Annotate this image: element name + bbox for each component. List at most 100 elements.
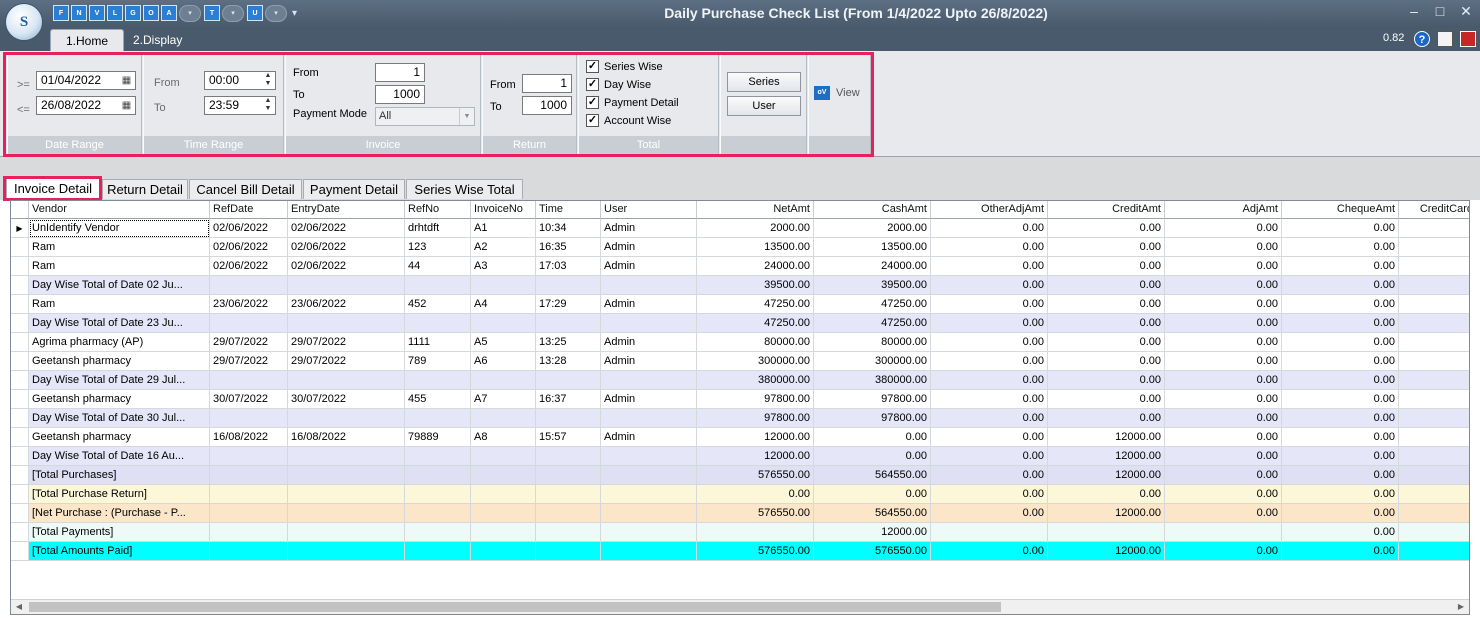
cell-refno[interactable]: drhtdft <box>405 219 471 238</box>
cell-time[interactable] <box>536 485 601 504</box>
row-selector[interactable] <box>11 257 29 276</box>
cell-refno[interactable]: 452 <box>405 295 471 314</box>
cell-refdate[interactable] <box>210 542 288 561</box>
cell-cashamt[interactable]: 97800.00 <box>814 409 931 428</box>
cell-adjamt[interactable]: 0.00 <box>1165 238 1282 257</box>
cell-refno[interactable] <box>405 504 471 523</box>
minimize-icon[interactable]: – <box>1403 3 1425 19</box>
cell-entrydate[interactable]: 29/07/2022 <box>288 333 405 352</box>
column-header-creditamt[interactable]: CreditAmt <box>1048 201 1165 219</box>
cell-entrydate[interactable] <box>288 542 405 561</box>
cell-refno[interactable] <box>405 466 471 485</box>
cell-adjamt[interactable]: 0.00 <box>1165 295 1282 314</box>
cell-chequeamt[interactable]: 0.00 <box>1282 314 1399 333</box>
cell-creditcard[interactable] <box>1399 238 1469 257</box>
cell-chequeamt[interactable]: 0.00 <box>1282 257 1399 276</box>
row-selector[interactable] <box>11 428 29 447</box>
cell-adjamt[interactable]: 0.00 <box>1165 314 1282 333</box>
cell-refdate[interactable] <box>210 276 288 295</box>
cell-creditamt[interactable] <box>1048 523 1165 542</box>
table-row[interactable]: Agrima pharmacy (AP) 29/07/2022 29/07/2022… <box>11 333 1469 352</box>
row-selector[interactable] <box>11 238 29 257</box>
cell-creditcard[interactable] <box>1399 542 1469 561</box>
cell-time[interactable] <box>536 447 601 466</box>
cell-vendor[interactable]: Day Wise Total of Date 23 Ju... <box>29 314 210 333</box>
cell-user[interactable] <box>601 466 697 485</box>
cell-cashamt[interactable]: 47250.00 <box>814 295 931 314</box>
cell-creditamt[interactable]: 0.00 <box>1048 314 1165 333</box>
row-selector[interactable] <box>11 542 29 561</box>
row-selector[interactable] <box>11 466 29 485</box>
cell-user[interactable] <box>601 485 697 504</box>
cell-netamt[interactable]: 12000.00 <box>697 447 814 466</box>
tab-cancel-bill-detail[interactable]: Cancel Bill Detail <box>189 179 302 199</box>
cell-creditcard[interactable] <box>1399 276 1469 295</box>
cell-cashamt[interactable]: 47250.00 <box>814 314 931 333</box>
cell-time[interactable]: 16:35 <box>536 238 601 257</box>
row-selector[interactable] <box>11 523 29 542</box>
cell-netamt[interactable]: 0.00 <box>697 485 814 504</box>
cell-vendor[interactable]: Geetansh pharmacy <box>29 390 210 409</box>
row-selector[interactable] <box>11 447 29 466</box>
cell-invoiceno[interactable] <box>471 504 536 523</box>
cell-vendor[interactable]: [Total Purchases] <box>29 466 210 485</box>
row-selector[interactable] <box>11 485 29 504</box>
cell-time[interactable] <box>536 371 601 390</box>
row-selector[interactable] <box>11 409 29 428</box>
cell-netamt[interactable]: 97800.00 <box>697 409 814 428</box>
cell-netamt[interactable]: 576550.00 <box>697 542 814 561</box>
total-row[interactable]: [Total Purchases] 576550.00 564550.00 0.00 1… <box>11 466 1469 485</box>
exit-icon[interactable] <box>1460 31 1476 47</box>
cell-chequeamt[interactable]: 0.00 <box>1282 238 1399 257</box>
cell-refdate[interactable]: 23/06/2022 <box>210 295 288 314</box>
cell-netamt[interactable]: 80000.00 <box>697 333 814 352</box>
cell-refno[interactable]: 455 <box>405 390 471 409</box>
cell-creditcard[interactable] <box>1399 523 1469 542</box>
cell-vendor[interactable]: Day Wise Total of Date 30 Jul... <box>29 409 210 428</box>
total-row[interactable]: Day Wise Total of Date 23 Ju... 47250.00 4… <box>11 314 1469 333</box>
row-selector[interactable] <box>11 390 29 409</box>
cell-vendor[interactable]: [Total Payments] <box>29 523 210 542</box>
cell-chequeamt[interactable]: 0.00 <box>1282 409 1399 428</box>
cell-vendor[interactable]: Ram <box>29 257 210 276</box>
cell-invoiceno[interactable] <box>471 466 536 485</box>
cell-chequeamt[interactable]: 0.00 <box>1282 523 1399 542</box>
table-row[interactable]: Geetansh pharmacy 16/08/2022 16/08/2022 798… <box>11 428 1469 447</box>
cell-entrydate[interactable] <box>288 409 405 428</box>
total-row[interactable]: Day Wise Total of Date 29 Jul... 380000.0… <box>11 371 1469 390</box>
close-icon[interactable]: ✕ <box>1455 3 1477 20</box>
cell-creditcard[interactable] <box>1399 257 1469 276</box>
cell-entrydate[interactable] <box>288 485 405 504</box>
cell-entrydate[interactable] <box>288 466 405 485</box>
cell-netamt[interactable] <box>697 523 814 542</box>
cell-chequeamt[interactable]: 0.00 <box>1282 276 1399 295</box>
cell-cashamt[interactable]: 564550.00 <box>814 466 931 485</box>
cell-entrydate[interactable]: 16/08/2022 <box>288 428 405 447</box>
cell-refdate[interactable] <box>210 409 288 428</box>
cell-otheradjamt[interactable] <box>931 523 1048 542</box>
cell-refno[interactable]: 1111 <box>405 333 471 352</box>
cell-netamt[interactable]: 12000.00 <box>697 428 814 447</box>
total-row[interactable]: [Total Amounts Paid] 576550.00 576550.00 0.… <box>11 542 1469 561</box>
cell-invoiceno[interactable]: A5 <box>471 333 536 352</box>
total-row[interactable]: Day Wise Total of Date 16 Au... 12000.00 0… <box>11 447 1469 466</box>
cell-chequeamt[interactable]: 0.00 <box>1282 333 1399 352</box>
cell-vendor[interactable]: [Net Purchase : (Purchase - P... <box>29 504 210 523</box>
cell-invoiceno[interactable] <box>471 447 536 466</box>
cell-otheradjamt[interactable]: 0.00 <box>931 295 1048 314</box>
invoice-grid[interactable]: Vendor RefDate EntryDate RefNo InvoiceNo Time… <box>10 200 1470 615</box>
column-header-otheradjamt[interactable]: OtherAdjAmt <box>931 201 1048 219</box>
cell-otheradjamt[interactable]: 0.00 <box>931 485 1048 504</box>
cell-cashamt[interactable]: 2000.00 <box>814 219 931 238</box>
cell-otheradjamt[interactable]: 0.00 <box>931 352 1048 371</box>
cell-refno[interactable] <box>405 276 471 295</box>
cell-chequeamt[interactable]: 0.00 <box>1282 390 1399 409</box>
cell-cashamt[interactable]: 12000.00 <box>814 523 931 542</box>
cell-creditcard[interactable] <box>1399 219 1469 238</box>
cell-netamt[interactable]: 576550.00 <box>697 466 814 485</box>
column-header-refno[interactable]: RefNo <box>405 201 471 219</box>
cell-adjamt[interactable] <box>1165 523 1282 542</box>
cell-refno[interactable]: 123 <box>405 238 471 257</box>
table-row[interactable]: Ram 02/06/2022 02/06/2022 123 A2 16:35 Admin 13… <box>11 238 1469 257</box>
cell-time[interactable]: 13:25 <box>536 333 601 352</box>
